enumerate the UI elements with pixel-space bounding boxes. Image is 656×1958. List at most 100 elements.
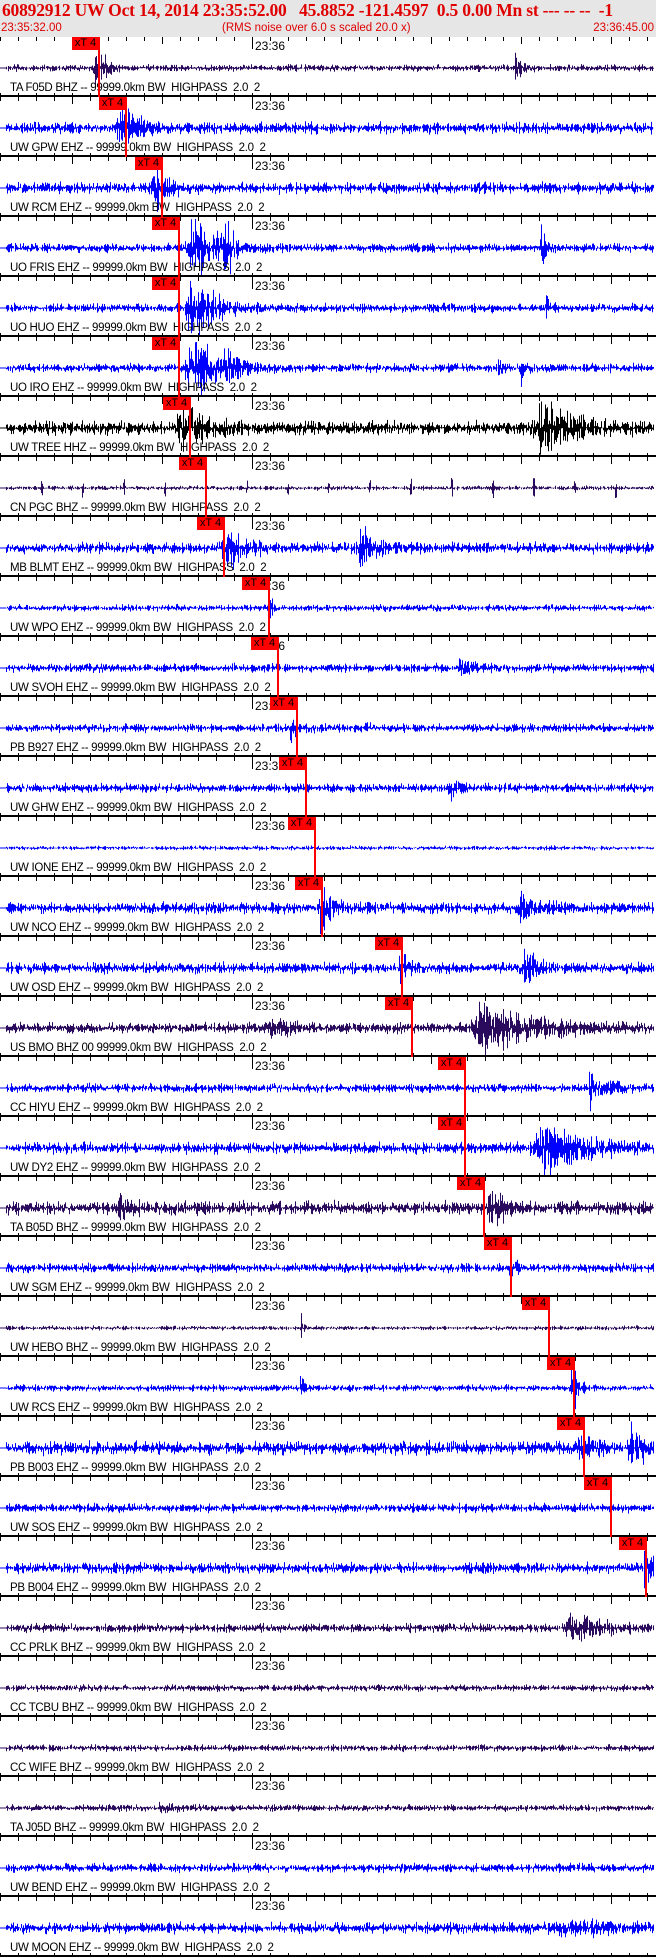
channel-label: TA B05D BHZ -- 99999.0km BW HIGHPASS 2.0… — [10, 1222, 261, 1234]
channel-label: CC PRLK BHZ -- 99999.0km BW HIGHPASS 2.0… — [10, 1642, 266, 1654]
waveform-trace — [0, 1612, 654, 1642]
waveform-trace — [0, 1684, 654, 1692]
trace-row: 23:36 UW SGM EHZ -- 99999.0km BW HIGHPASS… — [0, 1237, 656, 1297]
channel-label: CC TCBU BHZ -- 99999.0km BW HIGHPASS 2.0… — [10, 1702, 267, 1714]
pick-marker[interactable]: xT 4 — [484, 1237, 511, 1250]
minute-label: 23:36 — [255, 1299, 286, 1313]
pick-marker[interactable]: xT 4 — [135, 157, 162, 170]
minute-label: 23:36 — [255, 1059, 286, 1073]
channel-label: PB B003 EHZ -- 99999.0km BW HIGHPASS 2.0… — [10, 1462, 261, 1474]
pick-line[interactable] — [205, 457, 207, 517]
channel-label: UW OSD EHZ -- 99999.0km BW HIGHPASS 2.0 … — [10, 982, 264, 994]
pick-marker[interactable]: xT 4 — [438, 1057, 465, 1070]
pick-line[interactable] — [189, 397, 191, 457]
trace-row: 23:36 PB B003 EHZ -- 99999.0km BW HIGHPAS… — [0, 1417, 656, 1477]
pick-line[interactable] — [401, 937, 403, 997]
channel-label: UW GPW EHZ -- 99999.0km BW HIGHPASS 2.0 … — [10, 142, 266, 154]
event-header: 60892912 UW Oct 14, 2014 23:35:52.00 45.… — [0, 0, 656, 37]
pick-line[interactable] — [645, 1537, 647, 1597]
pick-line[interactable] — [583, 1417, 585, 1477]
pick-line[interactable] — [464, 1057, 466, 1117]
waveform-trace — [0, 1744, 654, 1753]
trace-row: 23:36 TA F05D BHZ -- 99999.0km BW HIGHPAS… — [0, 37, 656, 97]
pick-marker[interactable]: xT 4 — [557, 1417, 584, 1430]
minute-label: 23:36 — [255, 939, 286, 953]
trace-separator — [0, 1955, 656, 1957]
waveform-trace — [0, 658, 654, 676]
pick-line[interactable] — [223, 517, 225, 577]
minute-label: 23:36 — [255, 1119, 286, 1133]
pick-line[interactable] — [464, 1117, 466, 1177]
pick-marker[interactable]: xT 4 — [522, 1297, 549, 1310]
channel-label: UW GHW EHZ -- 99999.0km BW HIGHPASS 2.0 … — [10, 802, 267, 814]
pick-line[interactable] — [98, 37, 100, 97]
pick-line[interactable] — [411, 997, 413, 1057]
pick-marker[interactable]: xT 4 — [179, 457, 206, 470]
trace-row: 23:36 CC HIYU EHZ -- 99999.0km BW HIGHPAS… — [0, 1057, 656, 1117]
pick-marker[interactable]: xT 4 — [163, 397, 190, 410]
channel-label: UO IRO EHZ -- 99999.0km BW HIGHPASS 2.0 … — [10, 382, 257, 394]
pick-line[interactable] — [573, 1357, 575, 1417]
waveform-trace — [0, 1502, 654, 1514]
pick-marker[interactable]: xT 4 — [584, 1477, 611, 1490]
pick-line[interactable] — [277, 637, 279, 697]
pick-line[interactable] — [510, 1237, 512, 1297]
pick-marker[interactable]: xT 4 — [152, 337, 179, 350]
pick-marker[interactable]: xT 4 — [295, 877, 322, 890]
pick-line[interactable] — [161, 157, 163, 217]
start-time: 23:35:32.00 — [1, 22, 62, 34]
pick-marker[interactable]: xT 4 — [547, 1357, 574, 1370]
pick-marker[interactable]: xT 4 — [438, 1117, 465, 1130]
pick-marker[interactable]: xT 4 — [385, 997, 412, 1010]
pick-line[interactable] — [548, 1297, 550, 1357]
trace-row: 23:36UW SVOH EHZ -- 99999.0km BW HIGHPAS… — [0, 637, 656, 697]
pick-marker[interactable]: xT 4 — [72, 37, 99, 50]
pick-marker[interactable]: xT 4 — [197, 517, 224, 530]
pick-line[interactable] — [178, 217, 180, 277]
pick-line[interactable] — [610, 1477, 612, 1537]
minute-label: 23:36 — [255, 519, 286, 533]
trace-row: 23:36 UW OSD EHZ -- 99999.0km BW HIGHPASS… — [0, 937, 656, 997]
waveform-trace — [0, 939, 654, 985]
pick-marker[interactable]: xT 4 — [152, 277, 179, 290]
channel-label: UW BEND EHZ -- 99999.0km BW HIGHPASS 2.0… — [10, 1882, 270, 1894]
pick-marker[interactable]: xT 4 — [152, 217, 179, 230]
pick-line[interactable] — [314, 817, 316, 877]
pick-line[interactable] — [178, 277, 180, 337]
channel-label: UW RCS EHZ -- 99999.0km BW HIGHPASS 2.0 … — [10, 1402, 263, 1414]
channel-label: UW RCM EHZ -- 99999.0km BW HIGHPASS 2.0 … — [10, 202, 265, 214]
minute-label: 23:36 — [255, 1419, 286, 1433]
trace-row: 23:36 UW HEBO BHZ -- 99999.0km BW HIGHPAS… — [0, 1297, 656, 1357]
pick-marker[interactable]: xT 4 — [457, 1177, 484, 1190]
pick-marker[interactable]: xT 4 — [251, 637, 278, 650]
pick-line[interactable] — [125, 97, 127, 157]
trace-row: 23:36 UW TREE HHZ -- 99999.0km BW HIGHPAS… — [0, 397, 656, 457]
pick-line[interactable] — [178, 337, 180, 397]
waveform-trace — [0, 598, 654, 619]
pick-marker[interactable]: xT 4 — [619, 1537, 646, 1550]
pick-line[interactable] — [321, 877, 323, 937]
waveform-trace — [0, 1862, 654, 1874]
pick-marker[interactable]: xT 4 — [242, 577, 269, 590]
pick-line[interactable] — [268, 577, 270, 637]
pick-marker[interactable]: xT 4 — [375, 937, 402, 950]
pick-line[interactable] — [296, 697, 298, 757]
pick-marker[interactable]: xT 4 — [99, 97, 126, 110]
waveform-trace — [0, 1801, 654, 1814]
trace-row: 23:36 UW RCS EHZ -- 99999.0km BW HIGHPASS… — [0, 1357, 656, 1417]
minute-label: 23:36 — [255, 879, 286, 893]
trace-row: 23:36 TA J05D BHZ -- 99999.0km BW HIGHPAS… — [0, 1777, 656, 1837]
pick-marker[interactable]: xT 4 — [288, 817, 315, 830]
minute-label: 23:36 — [255, 339, 286, 353]
waveform-trace — [0, 1918, 654, 1939]
minute-label: 23:36 — [255, 99, 286, 113]
trace-row: 23:36 CC PRLK BHZ -- 99999.0km BW HIGHPAS… — [0, 1597, 656, 1657]
channel-label: UW IONE EHZ -- 99999.0km BW HIGHPASS 2.0… — [10, 862, 266, 874]
channel-label: MB BLMT EHZ -- 99999.0km BW HIGHPASS 2.0… — [10, 562, 267, 574]
pick-line[interactable] — [305, 757, 307, 817]
end-time: 23:36:45.00 — [593, 22, 654, 34]
pick-line[interactable] — [483, 1177, 485, 1237]
pick-marker[interactable]: xT 4 — [279, 757, 306, 770]
waveform-trace — [0, 845, 654, 851]
pick-marker[interactable]: xT 4 — [270, 697, 297, 710]
